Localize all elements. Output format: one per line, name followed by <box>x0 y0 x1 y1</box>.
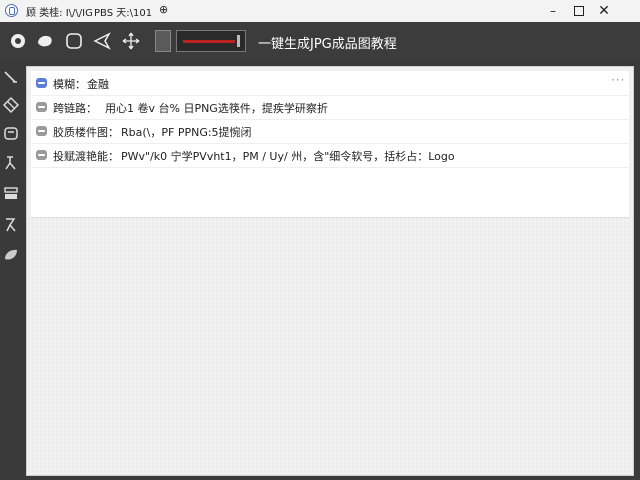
chat-icon <box>36 102 47 112</box>
minimize-icon: – <box>550 4 556 18</box>
burn-icon[interactable] <box>2 216 20 234</box>
chat-icon <box>36 126 47 136</box>
list-item[interactable]: 投赋渡艳能： PWv"/k0 宁学PVvht1，PM / Uy/ 州，含"细令软… <box>31 143 629 168</box>
color-slider[interactable] <box>176 30 246 52</box>
list-item[interactable]: 胶质楼件图： Rba(\，PF PPNG:5提惋闭 <box>31 119 629 144</box>
lasso-icon[interactable] <box>35 31 55 51</box>
row-value: 用心1 卷v 台% 日PNG选筷件，提疾学研察折 <box>105 102 328 115</box>
eraser-icon[interactable] <box>2 96 20 114</box>
chat-icon <box>36 78 47 88</box>
row-label: 跨链路： <box>53 102 97 115</box>
layer-thumbnail[interactable] <box>155 30 171 52</box>
window-title-part-1: 顾 类桂: I\/\/IG <box>26 8 93 19</box>
transparent-canvas-area <box>27 217 633 475</box>
bottom-edge <box>26 476 634 480</box>
close-icon: ✕ <box>598 3 610 19</box>
minimize-button[interactable]: – <box>541 2 565 20</box>
close-button[interactable]: ✕ <box>592 2 616 20</box>
rounded-rect-icon[interactable] <box>64 31 84 51</box>
maximize-icon <box>574 6 584 16</box>
toolbar-title: 一键生成JPG成品图教程 <box>258 37 397 52</box>
color-slider-track <box>183 40 235 43</box>
list-item[interactable]: 跨链路： 用心1 卷v 台% 日PNG选筷件，提疾学研察折 <box>31 95 629 120</box>
app-icon <box>5 4 18 17</box>
title-bar: 顾 类桂: I\/\/IG PBS 天:\101 ⊕ – ✕ <box>0 0 640 23</box>
row-value: Rba(\，PF PPNG:5提惋闭 <box>121 126 252 139</box>
info-card: ··· 模糊： 金融 跨链路： 用心1 卷v 台% 日PNG选筷件，提疾学研察折… <box>31 71 629 218</box>
color-slider-handle[interactable] <box>237 35 240 47</box>
left-tool-panel <box>0 60 24 480</box>
brush-icon[interactable] <box>2 68 20 86</box>
row-label: 模糊： <box>53 78 86 91</box>
fill-bucket-icon[interactable] <box>8 31 28 51</box>
list-item[interactable]: 模糊： 金融 <box>31 71 629 96</box>
sponge-icon[interactable] <box>2 246 20 264</box>
row-label: 胶质楼件图： <box>53 126 119 139</box>
row-value: PWv"/k0 宁学PVvht1，PM / Uy/ 州，含"细令软号，括杉占：L… <box>121 150 455 163</box>
row-value: 金融 <box>87 78 109 91</box>
window-title-part-2: PBS 天:\101 <box>94 8 153 19</box>
row-label: 投赋渡艳能： <box>53 150 119 163</box>
document-canvas: ··· 模糊： 金融 跨链路： 用心1 卷v 台% 日PNG选筷件，提疾学研察折… <box>26 66 634 476</box>
maximize-button[interactable] <box>567 2 591 20</box>
pen-icon[interactable] <box>92 31 112 51</box>
move-icon[interactable] <box>121 31 141 51</box>
window-title-part-3: ⊕ <box>159 3 169 16</box>
stamp-icon[interactable] <box>2 124 20 142</box>
layer-icon[interactable] <box>2 184 20 202</box>
smudge-icon[interactable] <box>2 154 20 172</box>
chat-icon <box>36 150 47 160</box>
